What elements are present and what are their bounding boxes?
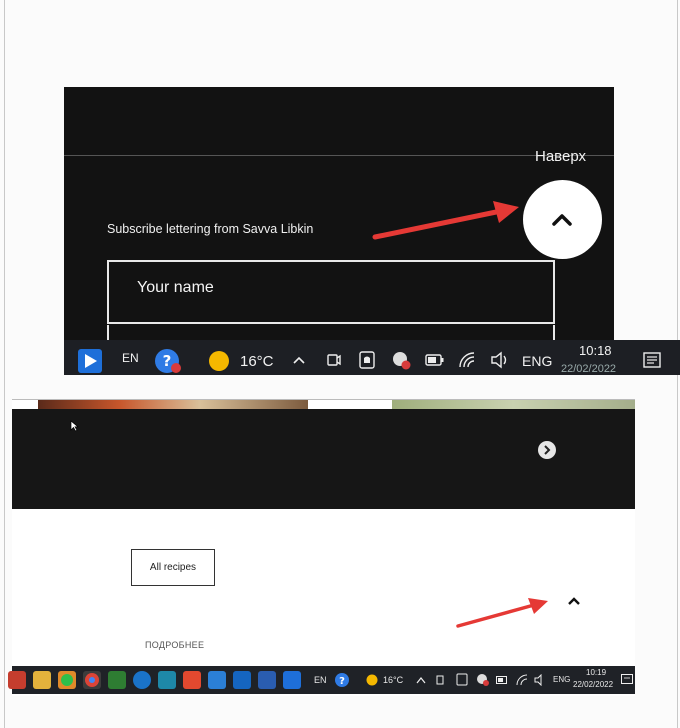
excel-app-icon[interactable] xyxy=(108,671,126,689)
more-link[interactable]: ПОДРОБНЕЕ xyxy=(145,640,204,650)
red-arrow-annotation xyxy=(372,201,519,240)
taskbar-top: EN ? 16°C ENG 10:18 22/02/2022 xyxy=(64,340,680,375)
security-icon[interactable] xyxy=(456,673,468,686)
taskbar-bottom: EN ? 16°C ENG 10:19 22/02/2022 xyxy=(8,666,635,694)
clock-date[interactable]: 22/02/2022 xyxy=(573,680,613,689)
screenshot-top: Наверх Subscribe lettering from Savva Li… xyxy=(64,87,614,375)
edge-app-icon[interactable] xyxy=(133,671,151,689)
volume-icon[interactable] xyxy=(534,674,546,686)
language-indicator[interactable]: EN xyxy=(122,351,139,365)
security-icon[interactable] xyxy=(358,350,376,370)
wifi-icon[interactable] xyxy=(458,351,476,369)
help-icon[interactable]: ? xyxy=(154,348,182,374)
chrome-app-icon[interactable] xyxy=(83,671,101,689)
language-indicator[interactable]: EN xyxy=(314,675,327,685)
calculator-app-icon[interactable] xyxy=(158,671,176,689)
clock-time[interactable]: 10:18 xyxy=(579,343,612,358)
app-icon[interactable] xyxy=(283,671,301,689)
weather-sun-icon[interactable] xyxy=(366,674,378,686)
chevron-up-icon xyxy=(568,597,580,605)
all-recipes-button[interactable]: All recipes xyxy=(131,549,215,586)
network-warning-icon[interactable] xyxy=(391,350,411,370)
help-icon[interactable]: ? xyxy=(334,672,350,688)
chevron-right-icon xyxy=(544,445,551,455)
word-app-icon[interactable] xyxy=(258,671,276,689)
weather-sun-icon[interactable] xyxy=(208,350,230,372)
mail-app-icon[interactable] xyxy=(233,671,251,689)
meet-now-icon[interactable] xyxy=(326,352,342,368)
notifications-icon[interactable] xyxy=(621,674,633,687)
gmail-app-icon[interactable] xyxy=(8,671,26,689)
slides-app-icon[interactable] xyxy=(183,671,201,689)
scroll-to-top-button[interactable] xyxy=(523,180,602,259)
skype-app-icon[interactable] xyxy=(208,671,226,689)
whatsapp-icon xyxy=(61,674,73,686)
recipe-photo-right xyxy=(392,400,635,409)
temperature[interactable]: 16°C xyxy=(240,353,274,370)
input-language[interactable]: ENG xyxy=(522,353,552,369)
name-field-box xyxy=(107,260,555,324)
battery-icon[interactable] xyxy=(496,676,508,684)
chrome-icon xyxy=(85,673,99,687)
name-input[interactable] xyxy=(135,278,519,298)
scroll-to-top-button[interactable] xyxy=(564,594,584,608)
recipe-photo-left xyxy=(38,400,308,409)
app-icon[interactable] xyxy=(77,348,103,374)
footer-divider xyxy=(64,155,614,156)
to-top-label: Наверх xyxy=(535,148,586,165)
notifications-icon[interactable] xyxy=(643,352,661,372)
subscribe-heading: Subscribe lettering from Savva Libkin xyxy=(107,222,314,236)
chevron-up-tray-icon[interactable] xyxy=(292,355,306,365)
battery-icon[interactable] xyxy=(425,354,445,366)
meet-now-icon[interactable] xyxy=(436,674,446,686)
red-arrow-annotation xyxy=(456,598,548,628)
chevron-up-icon xyxy=(552,214,572,226)
chevron-up-tray-icon[interactable] xyxy=(416,676,426,684)
clock-time[interactable]: 10:19 xyxy=(586,668,606,677)
screenshot-bottom: All recipes ПОДРОБНЕЕ xyxy=(12,399,635,696)
wifi-icon[interactable] xyxy=(516,674,528,686)
whatsapp-app-icon[interactable] xyxy=(58,671,76,689)
slider-next-button[interactable] xyxy=(538,441,556,459)
network-warning-icon[interactable] xyxy=(476,673,489,686)
input-language[interactable]: ENG xyxy=(553,675,570,684)
file-explorer-icon[interactable] xyxy=(33,671,51,689)
volume-icon[interactable] xyxy=(490,351,510,369)
svg-text:?: ? xyxy=(163,352,172,370)
temperature[interactable]: 16°C xyxy=(383,675,403,685)
recipes-slider xyxy=(12,409,635,509)
mouse-cursor-icon xyxy=(70,420,79,432)
clock-date[interactable]: 22/02/2022 xyxy=(561,363,616,375)
svg-text:?: ? xyxy=(339,676,345,687)
